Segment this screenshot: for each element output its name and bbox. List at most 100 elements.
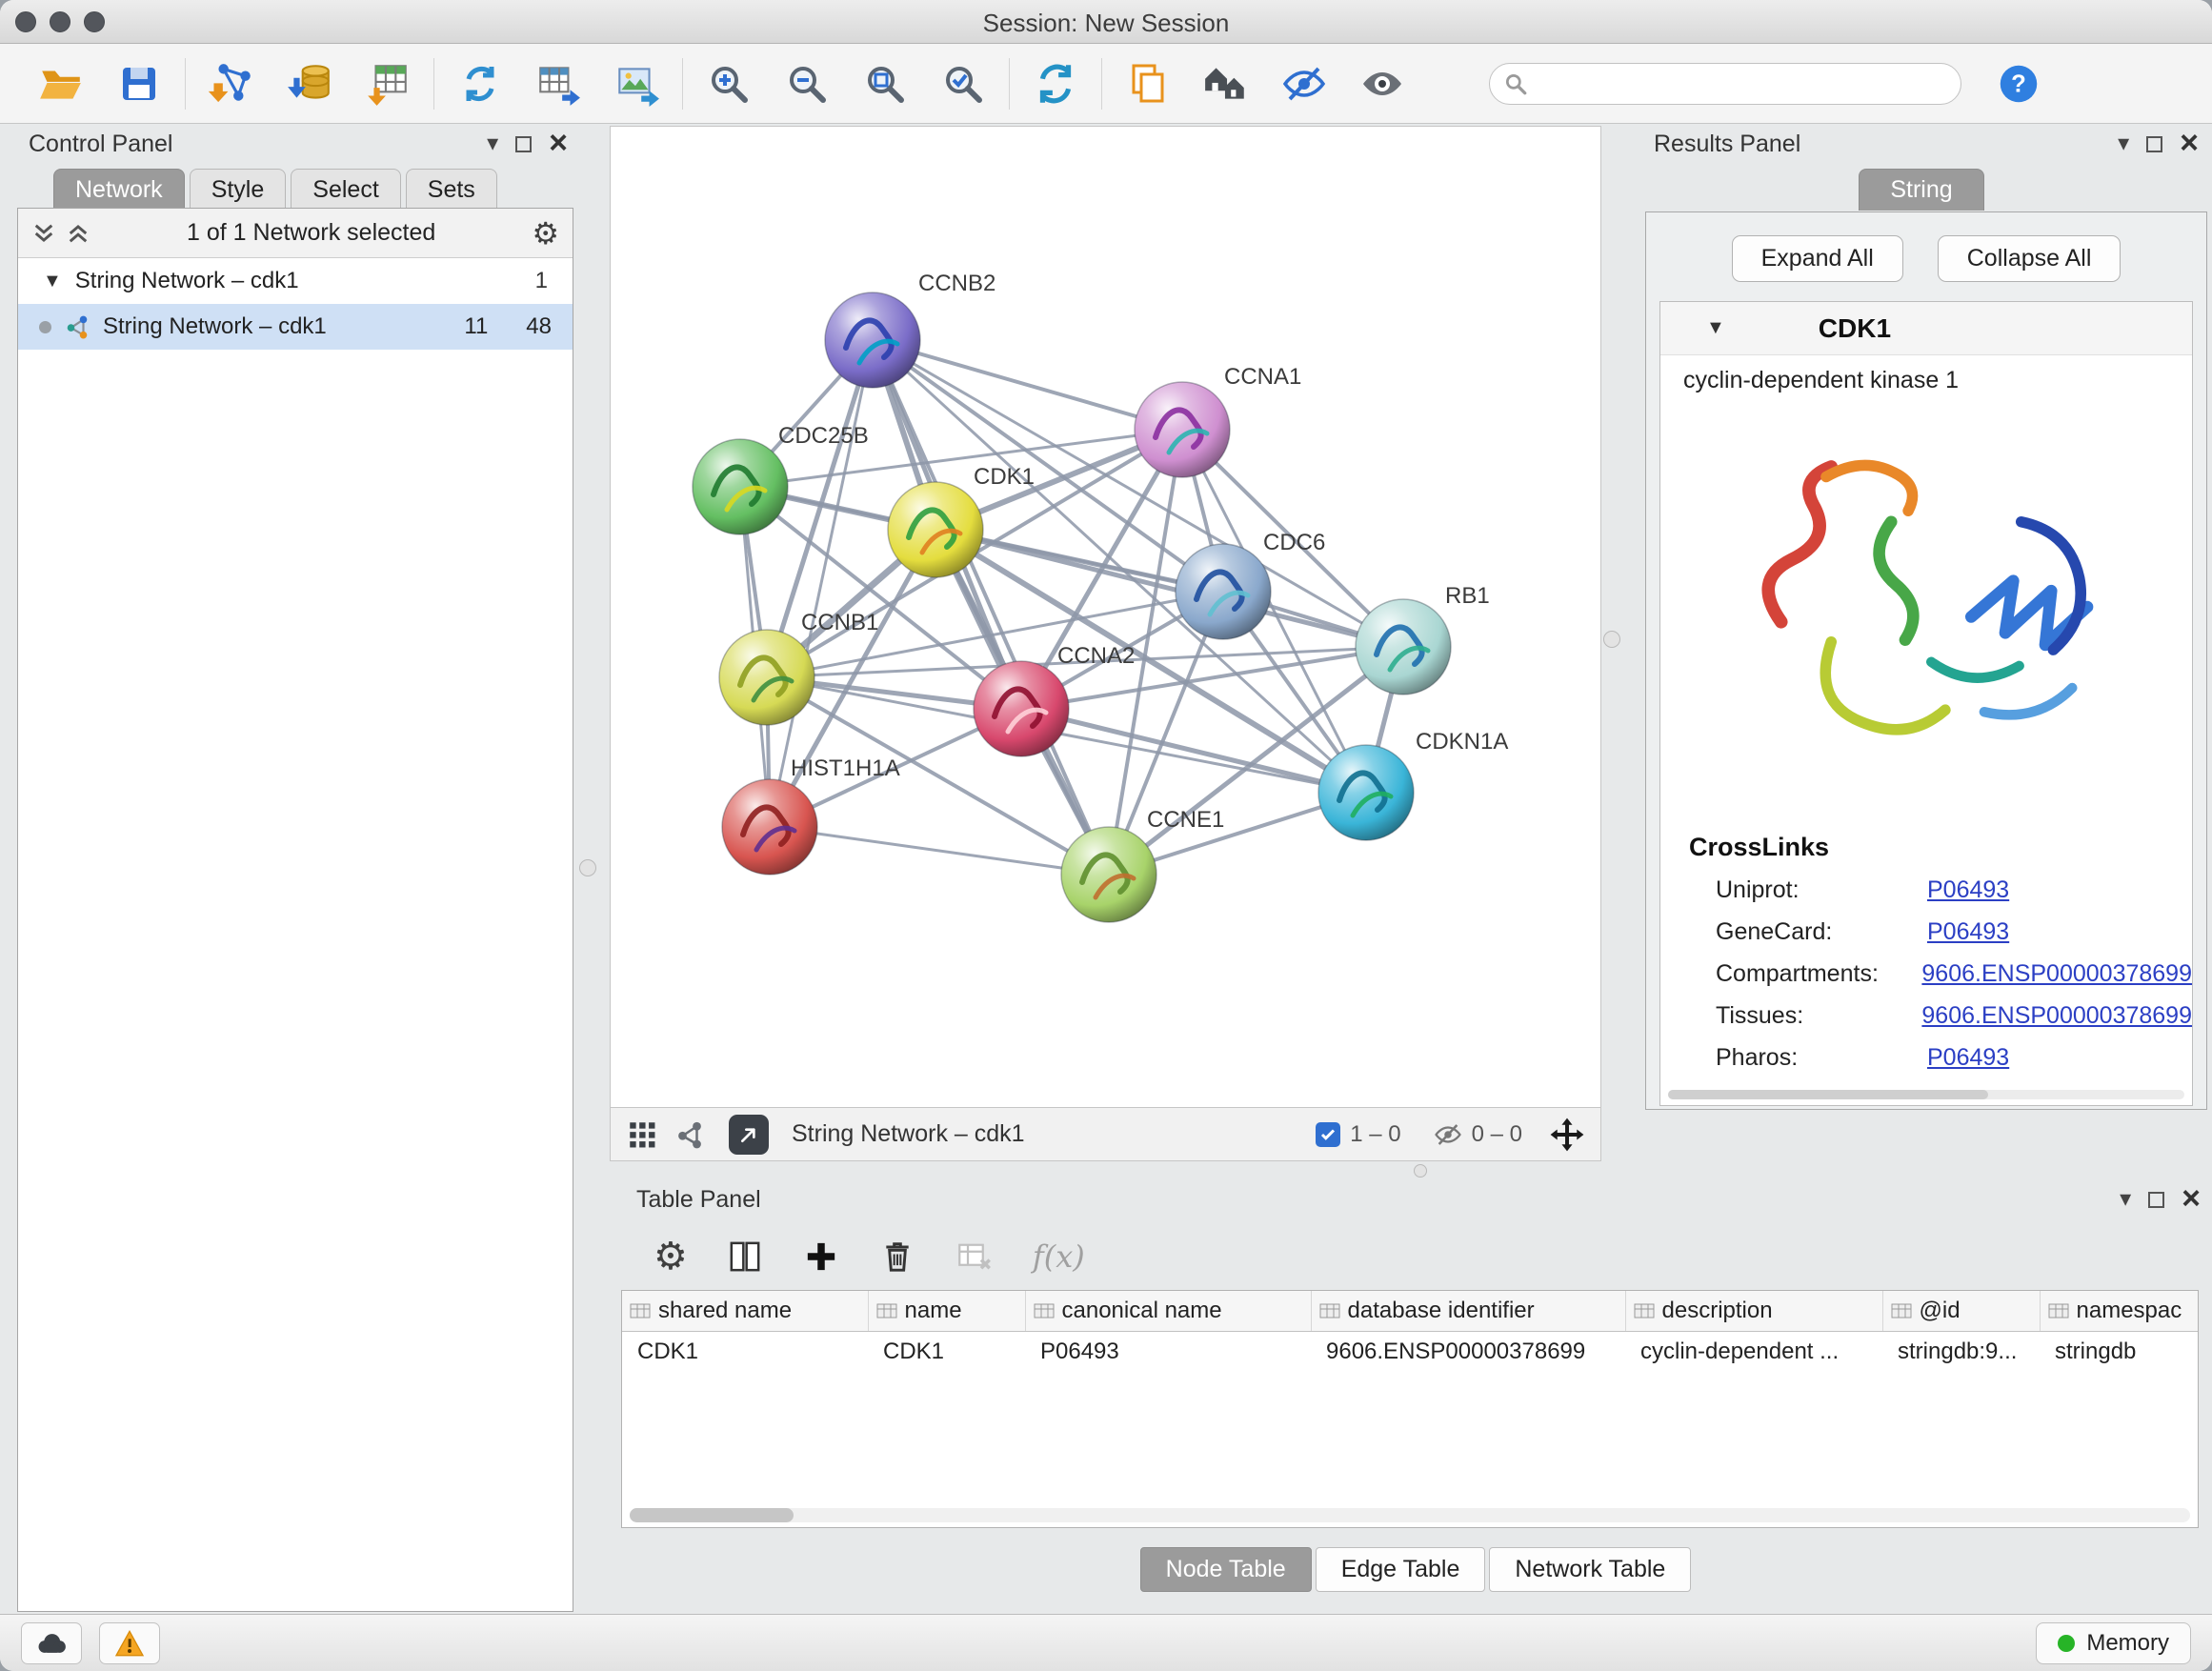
new-network-icon[interactable] (455, 59, 505, 109)
network-edge-CDK1-RB1[interactable] (935, 530, 1403, 647)
add-column-icon[interactable] (802, 1238, 840, 1276)
crosslink-genecard-link[interactable]: P06493 (1927, 918, 2009, 946)
grid-view-icon[interactable] (626, 1118, 658, 1151)
crosslink-uniprot-link[interactable]: P06493 (1927, 876, 2009, 904)
panel-maximize-icon[interactable] (515, 136, 532, 152)
memory-button[interactable]: Memory (2036, 1622, 2191, 1664)
import-network-database-icon[interactable] (285, 59, 334, 109)
function-builder-icon[interactable]: f(x) (1033, 1238, 1085, 1275)
apply-layout-icon[interactable] (1031, 59, 1080, 109)
column-header-database-identifier[interactable]: database identifier (1311, 1291, 1625, 1331)
column-header-name[interactable]: name (868, 1291, 1025, 1331)
hidden-eye-slash-icon[interactable] (1434, 1120, 1462, 1149)
panel-float-icon[interactable]: ▾ (2118, 132, 2129, 155)
crosslink-tissues-link[interactable]: 9606.ENSP00000378699 (1921, 1002, 2192, 1030)
network-graph[interactable]: CCNB2CCNA1CDC25BCDK1CDC6RB1CCNB1CCNA2CDK… (611, 127, 1600, 1107)
open-session-icon[interactable] (36, 59, 86, 109)
import-table-icon[interactable] (363, 59, 412, 109)
home-neighborhood-icon[interactable] (1201, 59, 1251, 109)
table-row[interactable]: CDK1 CDK1 P06493 9606.ENSP00000378699 cy… (622, 1331, 2198, 1373)
zoom-selected-icon[interactable] (938, 59, 988, 109)
panel-maximize-icon[interactable] (2146, 136, 2162, 152)
zoom-fit-icon[interactable] (860, 59, 910, 109)
network-edge-CCNB2-HIST1H1A[interactable] (770, 340, 873, 827)
save-session-icon[interactable] (114, 59, 164, 109)
export-image-icon[interactable] (612, 59, 661, 109)
collapse-all-button[interactable]: Collapse All (1938, 235, 2122, 282)
expand-all-button[interactable]: Expand All (1732, 235, 1903, 282)
network-edge-CCNB2-CCNE1[interactable] (873, 340, 1109, 875)
network-edge-HIST1H1A-CCNE1[interactable] (770, 827, 1109, 875)
network-node-cdk1[interactable]: CDK1 (888, 464, 1035, 577)
tab-network-table[interactable]: Network Table (1489, 1547, 1691, 1592)
card-horizontal-scrollbar[interactable] (1668, 1090, 2184, 1099)
network-node-rb1[interactable]: RB1 (1356, 583, 1490, 695)
crosslink-pharos-link[interactable]: P06493 (1927, 1044, 2009, 1072)
panel-close-icon[interactable]: × (549, 131, 568, 156)
bottom-splitter-handle[interactable] (1414, 1164, 1427, 1178)
cloud-status-button[interactable] (21, 1622, 82, 1664)
help-icon[interactable]: ? (1998, 63, 2040, 105)
zoom-window-button[interactable] (84, 11, 105, 32)
disclosure-triangle-icon[interactable]: ▼ (43, 271, 62, 292)
column-header-id[interactable]: @id (1882, 1291, 2040, 1331)
warnings-button[interactable] (99, 1622, 160, 1664)
tab-select[interactable]: Select (291, 169, 400, 211)
column-header-description[interactable]: description (1625, 1291, 1882, 1331)
tab-string[interactable]: String (1859, 169, 1983, 211)
network-node-hist1h1a[interactable]: HIST1H1A (722, 755, 900, 875)
close-window-button[interactable] (15, 11, 36, 32)
network-collection-row[interactable]: ▼ String Network – cdk1 1 (18, 258, 573, 304)
tab-node-table[interactable]: Node Table (1140, 1547, 1312, 1592)
table-header-row: shared name name canonical name database… (622, 1291, 2198, 1331)
minimize-window-button[interactable] (50, 11, 70, 32)
right-splitter-handle[interactable] (1603, 631, 1620, 648)
collapse-all-icon[interactable] (31, 221, 56, 246)
tab-network[interactable]: Network (53, 169, 185, 211)
gear-icon[interactable]: ⚙ (532, 218, 559, 249)
show-eye-icon[interactable] (1357, 59, 1407, 109)
network-node-ccnb1[interactable]: CCNB1 (719, 610, 878, 725)
network-glyph-icon[interactable] (675, 1120, 704, 1149)
column-icon (1634, 1302, 1655, 1319)
tab-sets[interactable]: Sets (406, 169, 497, 211)
node-label-ccna1: CCNA1 (1224, 364, 1301, 390)
zoom-in-icon[interactable] (704, 59, 754, 109)
panel-maximize-icon[interactable] (2148, 1192, 2164, 1208)
memory-label: Memory (2086, 1630, 2169, 1657)
birdseye-view-button[interactable] (729, 1115, 769, 1155)
table-settings-gear-icon[interactable]: ⚙ (654, 1238, 688, 1276)
pan-crosshair-icon[interactable] (1549, 1117, 1585, 1153)
left-splitter-handle[interactable] (579, 859, 596, 876)
network-row[interactable]: String Network – cdk1 11 48 (18, 304, 573, 350)
tab-edge-table[interactable]: Edge Table (1316, 1547, 1486, 1592)
crosslink-compartments-link[interactable]: 9606.ENSP00000378699 (1921, 960, 2192, 988)
network-node-cdkn1a[interactable]: CDKN1A (1318, 729, 1508, 840)
node-label-ccnb2: CCNB2 (918, 271, 995, 296)
delete-column-trash-icon[interactable] (878, 1238, 916, 1276)
selected-checkbox-icon[interactable] (1316, 1122, 1340, 1147)
column-header-shared-name[interactable]: shared name (622, 1291, 868, 1331)
hide-selected-eye-slash-icon[interactable] (1279, 59, 1329, 109)
string-results-box: Expand All Collapse All ▼ CDK1 cyclin-de… (1645, 211, 2207, 1110)
panel-float-icon[interactable]: ▾ (2120, 1188, 2131, 1211)
import-network-icon[interactable] (207, 59, 256, 109)
network-node-ccna1[interactable]: CCNA1 (1135, 364, 1301, 477)
expand-all-icon[interactable] (66, 221, 90, 246)
tab-style[interactable]: Style (190, 169, 287, 211)
copy-document-icon[interactable] (1123, 59, 1173, 109)
disclosure-triangle-icon[interactable]: ▼ (1706, 317, 1725, 339)
zoom-out-icon[interactable] (782, 59, 832, 109)
show-columns-icon[interactable] (726, 1238, 764, 1276)
panel-close-icon[interactable]: × (2180, 131, 2199, 156)
export-table-icon[interactable] (533, 59, 583, 109)
search-input[interactable] (1538, 70, 1938, 97)
network-canvas[interactable]: CCNB2CCNA1CDC25BCDK1CDC6RB1CCNB1CCNA2CDK… (610, 126, 1601, 1108)
main-toolbar: ? (0, 44, 2212, 124)
table-horizontal-scrollbar[interactable] (630, 1508, 2190, 1522)
panel-float-icon[interactable]: ▾ (487, 132, 498, 155)
warning-icon (114, 1629, 145, 1658)
column-header-namespace[interactable]: namespac (2040, 1291, 2198, 1331)
panel-close-icon[interactable]: × (2182, 1186, 2201, 1212)
column-header-canonical-name[interactable]: canonical name (1025, 1291, 1311, 1331)
